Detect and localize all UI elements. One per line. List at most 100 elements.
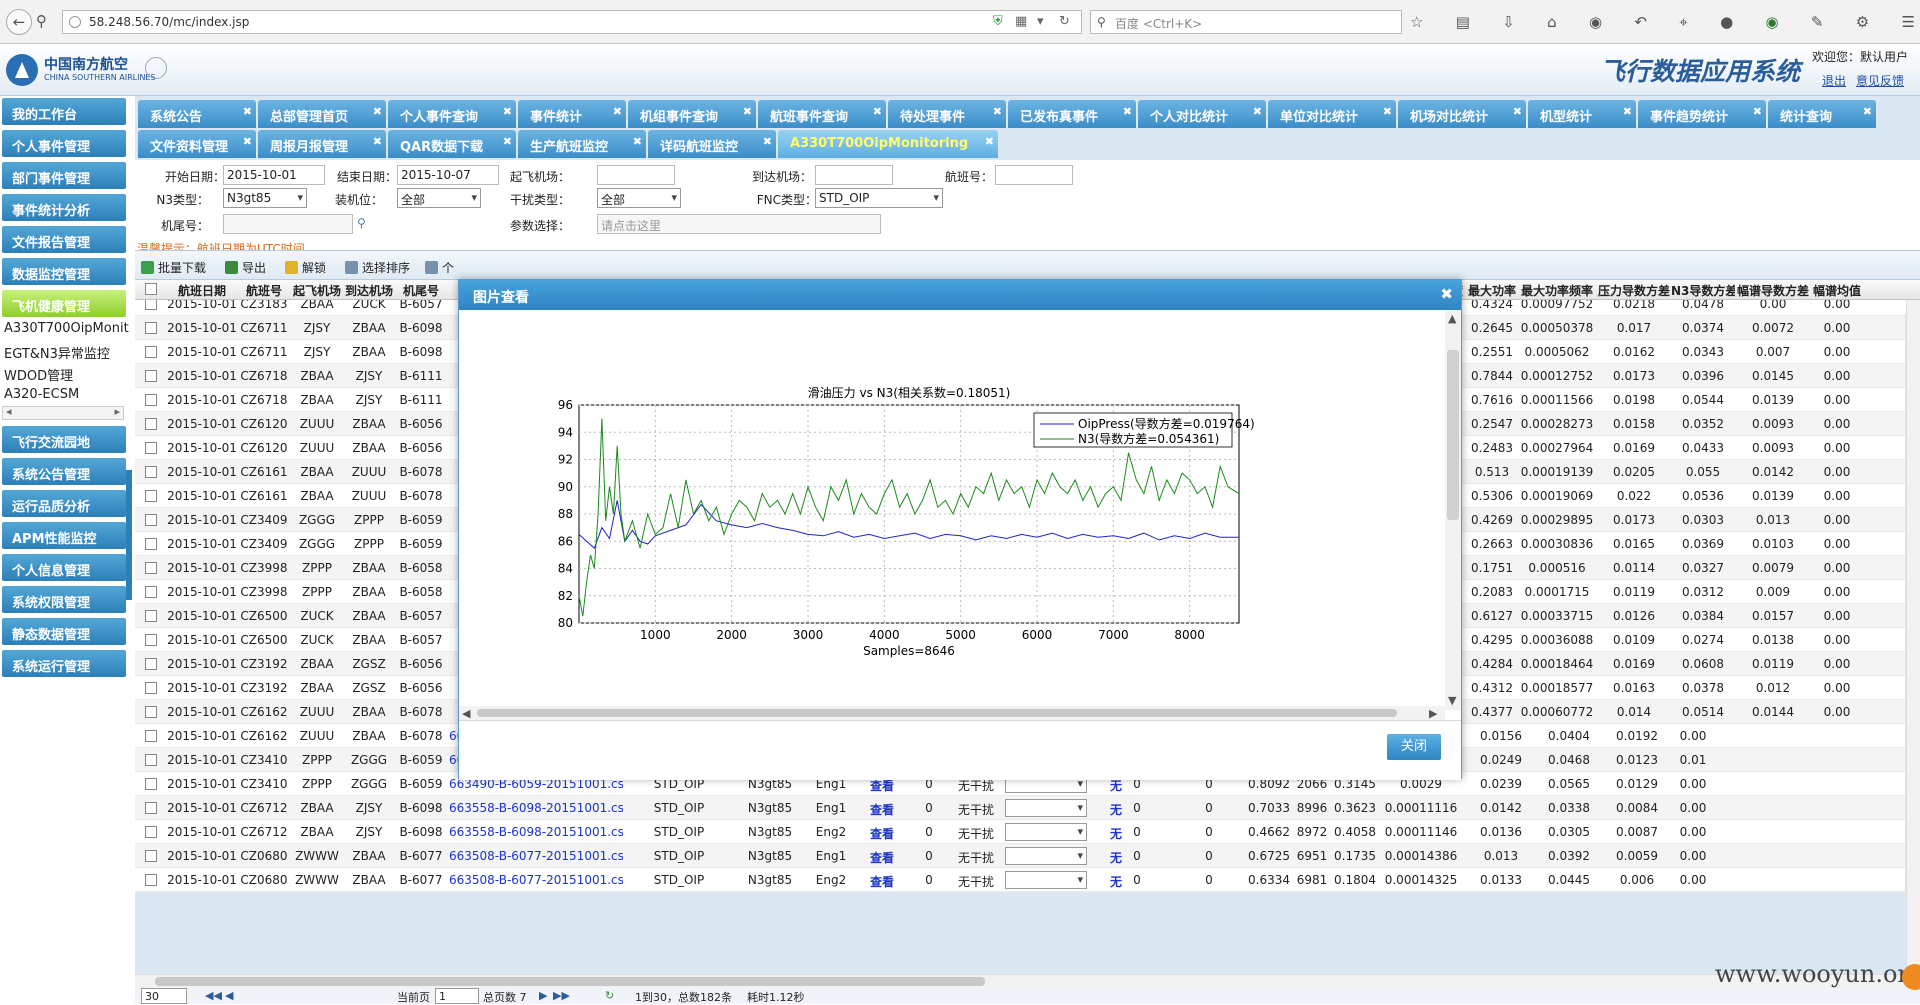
row-checkbox[interactable] bbox=[145, 754, 157, 766]
close-icon[interactable]: ✖ bbox=[1123, 105, 1132, 118]
col-spec-mean[interactable]: 幅谱均值 bbox=[1811, 282, 1863, 299]
first-page-icon[interactable]: ◀◀ bbox=[205, 989, 222, 1002]
close-icon[interactable]: ✖ bbox=[743, 105, 752, 118]
tab-stat-query[interactable]: 统计查询 ✖ bbox=[1768, 100, 1876, 128]
unlock-button[interactable]: 解锁 bbox=[285, 259, 326, 276]
reload-icon[interactable]: ↻ bbox=[1059, 14, 1070, 29]
sidebar-item-quality[interactable]: 运行品质分析 bbox=[2, 490, 126, 517]
row-checkbox[interactable] bbox=[145, 394, 157, 406]
row-checkbox[interactable] bbox=[145, 826, 157, 838]
dialog-horizontal-scrollbar[interactable]: ◀ ▶ bbox=[459, 706, 1445, 720]
review-dropdown[interactable] bbox=[1005, 871, 1087, 889]
col-tail[interactable]: 机尾号 bbox=[395, 282, 447, 299]
row-checkbox[interactable] bbox=[145, 418, 157, 430]
sidebar-subitem-oip[interactable]: A330T700OipMonit bbox=[4, 321, 129, 336]
csv-file-link[interactable]: 663508-B-6077-20151001.csv bbox=[449, 849, 623, 863]
sidebar-item-personal-info[interactable]: 个人信息管理 bbox=[2, 554, 126, 581]
row-checkbox[interactable] bbox=[145, 730, 157, 742]
param-select-input[interactable]: 请点击这里 bbox=[597, 214, 881, 234]
row-checkbox[interactable] bbox=[145, 634, 157, 646]
scroll-down-icon[interactable]: ▼ bbox=[1448, 694, 1456, 707]
chat-icon[interactable]: ◉ bbox=[1589, 13, 1602, 31]
scroll-thumb[interactable] bbox=[155, 977, 985, 986]
review-dropdown[interactable] bbox=[1005, 847, 1087, 865]
col-flight-date[interactable]: 航班日期 bbox=[167, 282, 237, 299]
row-checkbox[interactable] bbox=[145, 802, 157, 814]
sort-button[interactable]: 选择排序 bbox=[345, 259, 410, 276]
close-icon[interactable]: ✖ bbox=[243, 135, 252, 148]
search-box[interactable]: ⚲ 百度 <Ctrl+K> bbox=[1090, 10, 1402, 34]
close-icon[interactable]: ✖ bbox=[243, 105, 252, 118]
scroll-right-icon[interactable]: ▸ bbox=[114, 405, 120, 418]
review-dropdown[interactable] bbox=[1005, 823, 1087, 841]
tab-announcements[interactable]: 系统公告 ✖ bbox=[138, 100, 256, 128]
col-max-power[interactable]: 最大功率 bbox=[1467, 282, 1517, 299]
tab-flight-events[interactable]: 航班事件查询 ✖ bbox=[758, 100, 886, 128]
row-checkbox[interactable] bbox=[145, 850, 157, 862]
bubble-icon[interactable]: ● bbox=[1720, 13, 1733, 31]
col-spec-var[interactable]: 幅谱导数方差 bbox=[1735, 282, 1811, 299]
tab-hq-home[interactable]: 总部管理首页 ✖ bbox=[258, 100, 386, 128]
close-icon[interactable]: ✖ bbox=[993, 105, 1002, 118]
sidebar-item-static-data[interactable]: 静态数据管理 bbox=[2, 618, 126, 645]
close-icon[interactable]: ✖ bbox=[633, 135, 642, 148]
view-link[interactable]: 查看 bbox=[857, 825, 907, 842]
position-select[interactable]: 全部 bbox=[397, 188, 481, 208]
close-icon[interactable]: ✖ bbox=[503, 105, 512, 118]
close-icon[interactable]: ✖ bbox=[1513, 105, 1522, 118]
shield-icon[interactable]: ⛨ bbox=[993, 14, 1003, 29]
end-date-input[interactable]: 2015-10-07 bbox=[397, 165, 499, 185]
tab-crew-events[interactable]: 机组事件查询 ✖ bbox=[628, 100, 756, 128]
dialog-vertical-scrollbar[interactable]: ▲ ▼ bbox=[1445, 310, 1461, 710]
menu-icon[interactable]: ☰ bbox=[1902, 13, 1915, 31]
tab-a330-oip[interactable]: A330T700OipMonitoring ✖ bbox=[778, 130, 998, 158]
tab-personal-query[interactable]: 个人事件查询 ✖ bbox=[388, 100, 516, 128]
refresh-icon[interactable]: ↻ bbox=[605, 989, 614, 1002]
row-checkbox[interactable] bbox=[145, 658, 157, 670]
tab-pending-events[interactable]: 待处理事件 ✖ bbox=[888, 100, 1006, 128]
crop-icon[interactable]: ⌖ bbox=[1679, 13, 1687, 31]
scroll-thumb[interactable] bbox=[477, 709, 1397, 717]
select-all-checkbox[interactable] bbox=[145, 283, 157, 295]
row-checkbox[interactable] bbox=[145, 490, 157, 502]
scroll-left-icon[interactable]: ◀ bbox=[462, 707, 470, 720]
arr-airport-input[interactable] bbox=[815, 165, 893, 185]
sidebar-collapse-handle[interactable] bbox=[126, 470, 132, 600]
tools-icon[interactable]: ⚙ bbox=[1856, 13, 1869, 31]
view-link[interactable]: 查看 bbox=[857, 849, 907, 866]
tab-qar-download[interactable]: QAR数据下载 ✖ bbox=[388, 130, 516, 158]
star-icon[interactable]: ☆ bbox=[1410, 13, 1423, 31]
sidebar-subitem-ecsm[interactable]: A320-ECSM bbox=[4, 387, 79, 402]
close-icon[interactable]: ✖ bbox=[1253, 105, 1262, 118]
row-checkbox[interactable] bbox=[145, 874, 157, 886]
close-icon[interactable]: ✖ bbox=[1623, 105, 1632, 118]
sidebar-item-file-reports[interactable]: 文件报告管理 bbox=[2, 226, 126, 253]
csv-file-link[interactable]: 663508-B-6077-20151001.csv bbox=[449, 873, 623, 887]
disturb-type-select[interactable]: 全部 bbox=[597, 188, 681, 208]
close-icon[interactable]: ✖ bbox=[503, 135, 512, 148]
sidebar-item-event-stats[interactable]: 事件统计分析 bbox=[2, 194, 126, 221]
addon-icon[interactable]: ◉ bbox=[1765, 13, 1778, 31]
close-icon[interactable]: ✖ bbox=[873, 105, 882, 118]
more-button[interactable]: 个 bbox=[425, 259, 454, 276]
row-checkbox[interactable] bbox=[145, 300, 157, 310]
row-checkbox[interactable] bbox=[145, 778, 157, 790]
next-page-icon[interactable]: ▶ bbox=[539, 989, 547, 1002]
view-link[interactable]: 查看 bbox=[857, 873, 907, 890]
feedback-link[interactable]: 意见反馈 bbox=[1856, 72, 1904, 89]
tab-unit-compare[interactable]: 单位对比统计 ✖ bbox=[1268, 100, 1396, 128]
row-checkbox[interactable] bbox=[145, 514, 157, 526]
close-icon[interactable]: ✖ bbox=[613, 105, 622, 118]
csv-file-link[interactable]: 663558-B-6098-20151001.csv bbox=[449, 801, 623, 815]
row-checkbox[interactable] bbox=[145, 706, 157, 718]
sidebar-subitem-wdod[interactable]: WDOD管理 bbox=[4, 365, 73, 384]
tab-personal-compare[interactable]: 个人对比统计 ✖ bbox=[1138, 100, 1266, 128]
close-icon[interactable]: ✖ bbox=[763, 135, 772, 148]
review-dropdown[interactable] bbox=[1005, 799, 1087, 817]
current-page-input[interactable]: 1 bbox=[435, 988, 479, 1004]
close-icon[interactable]: ✖ bbox=[1383, 105, 1392, 118]
close-icon[interactable]: ✖ bbox=[1753, 105, 1762, 118]
batch-download-button[interactable]: 批量下载 bbox=[141, 259, 206, 276]
dropdown-icon[interactable]: ▾ bbox=[1037, 14, 1044, 29]
sidebar-subitem-egt[interactable]: EGT&N3异常监控 bbox=[4, 343, 110, 362]
